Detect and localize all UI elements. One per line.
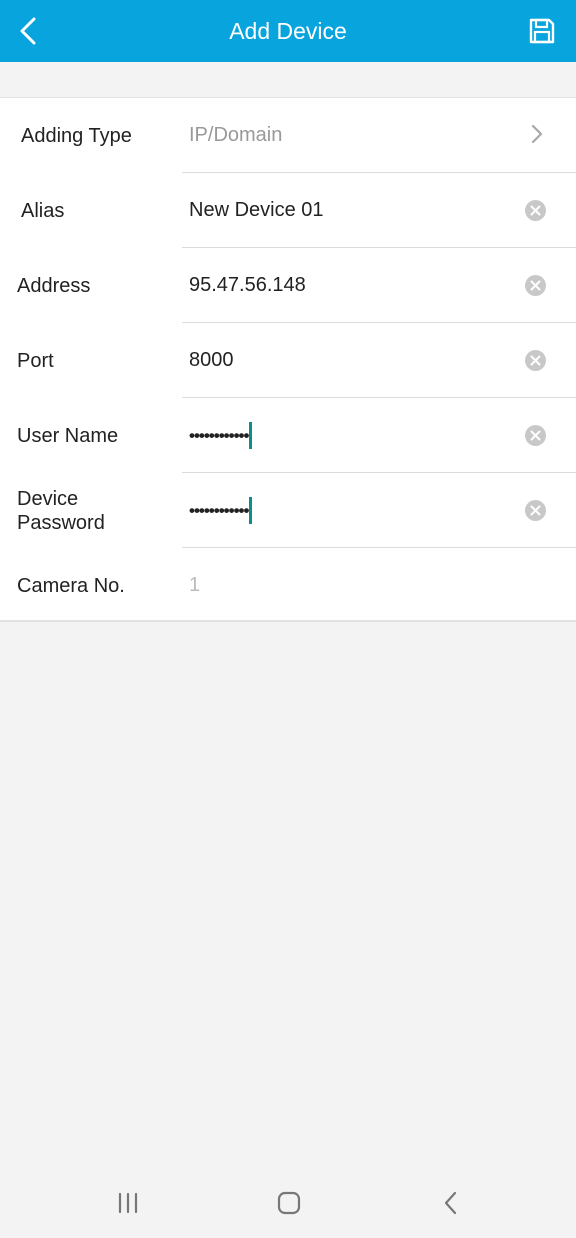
user-name-input[interactable]: •••••••••••• [189, 398, 253, 473]
port-row: Port 8000 [0, 323, 576, 398]
system-back-button[interactable] [431, 1185, 471, 1221]
close-icon [530, 505, 541, 516]
camera-no-row: Camera No. 1 [0, 548, 576, 623]
system-nav-bar [0, 1168, 576, 1238]
divider [0, 620, 576, 622]
address-label: Address [17, 274, 91, 297]
user-name-row: User Name •••••••••••• [0, 398, 576, 473]
adding-type-row[interactable]: Adding Type IP/Domain [0, 98, 576, 173]
device-password-input[interactable]: •••••••••••• [189, 473, 253, 548]
page-title: Add Device [229, 18, 347, 44]
save-button[interactable] [522, 11, 562, 51]
alias-label: Alias [21, 199, 65, 222]
recents-button[interactable] [108, 1185, 148, 1221]
home-button[interactable] [269, 1185, 309, 1221]
alias-row: Alias New Device 01 [0, 173, 576, 248]
close-icon [530, 355, 541, 366]
camera-no-label: Camera No. [17, 574, 125, 597]
address-input[interactable]: 95.47.56.148 [189, 248, 306, 323]
user-name-label: User Name [17, 424, 119, 447]
masked-text: •••••••••••• [189, 425, 249, 445]
adding-type-label: Adding Type [21, 124, 132, 147]
port-label: Port [17, 349, 54, 372]
recents-icon [118, 1192, 138, 1214]
adding-type-value: IP/Domain [189, 124, 283, 146]
close-icon [530, 430, 541, 441]
device-password-row: Device Password •••••••••••• [0, 473, 576, 548]
home-icon [277, 1191, 301, 1215]
masked-text: •••••••••••• [189, 500, 249, 520]
close-icon [530, 280, 541, 291]
alias-input[interactable]: New Device 01 [189, 173, 324, 248]
device-password-label: Device Password [17, 487, 105, 534]
app-header: Add Device [0, 0, 576, 62]
address-row: Address 95.47.56.148 [0, 248, 576, 323]
back-icon [444, 1191, 457, 1215]
text-cursor [249, 497, 253, 524]
clear-password-button[interactable] [525, 500, 546, 521]
clear-alias-button[interactable] [525, 200, 546, 221]
clear-address-button[interactable] [525, 275, 546, 296]
floppy-disk-icon [529, 18, 555, 44]
close-icon [530, 205, 541, 216]
chevron-right-icon [531, 124, 543, 144]
text-cursor [249, 422, 253, 449]
device-form: Adding Type IP/Domain Alias New Device 0… [0, 97, 576, 622]
clear-user-name-button[interactable] [525, 425, 546, 446]
clear-port-button[interactable] [525, 350, 546, 371]
port-input[interactable]: 8000 [189, 323, 234, 398]
camera-no-value: 1 [189, 574, 201, 596]
